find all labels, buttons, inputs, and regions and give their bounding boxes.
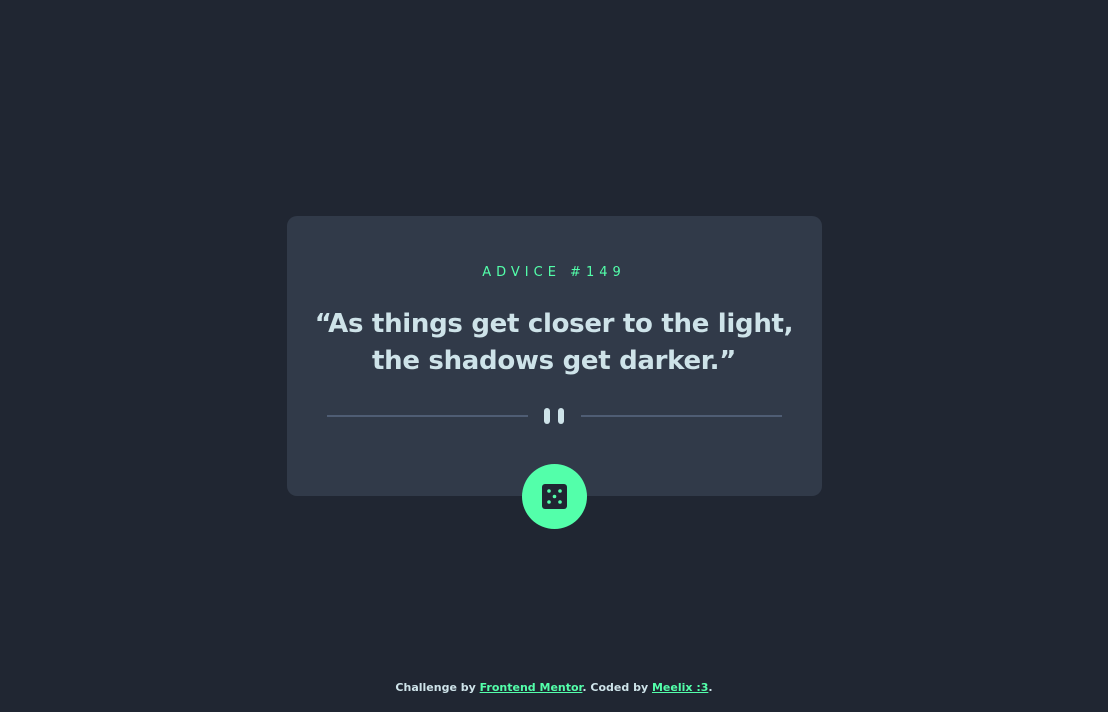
attribution-footer: Challenge by Frontend Mentor. Coded by M… [0,681,1108,695]
pattern-divider [327,406,782,426]
frontend-mentor-link[interactable]: Frontend Mentor [480,681,583,694]
dice-icon [542,484,567,509]
footer-prefix: Challenge by [395,681,480,694]
advice-number-label: ADVICE #149 [482,265,626,280]
divider-line-left [327,415,528,417]
divider-line-right [581,415,782,417]
advice-quote: “As things get closer to the light, the … [314,309,794,376]
author-link[interactable]: Meelix :3 [652,681,708,694]
new-advice-button[interactable] [522,464,587,529]
pause-icon [544,408,566,424]
footer-middle: . Coded by [582,681,652,694]
footer-suffix: . [708,681,713,694]
